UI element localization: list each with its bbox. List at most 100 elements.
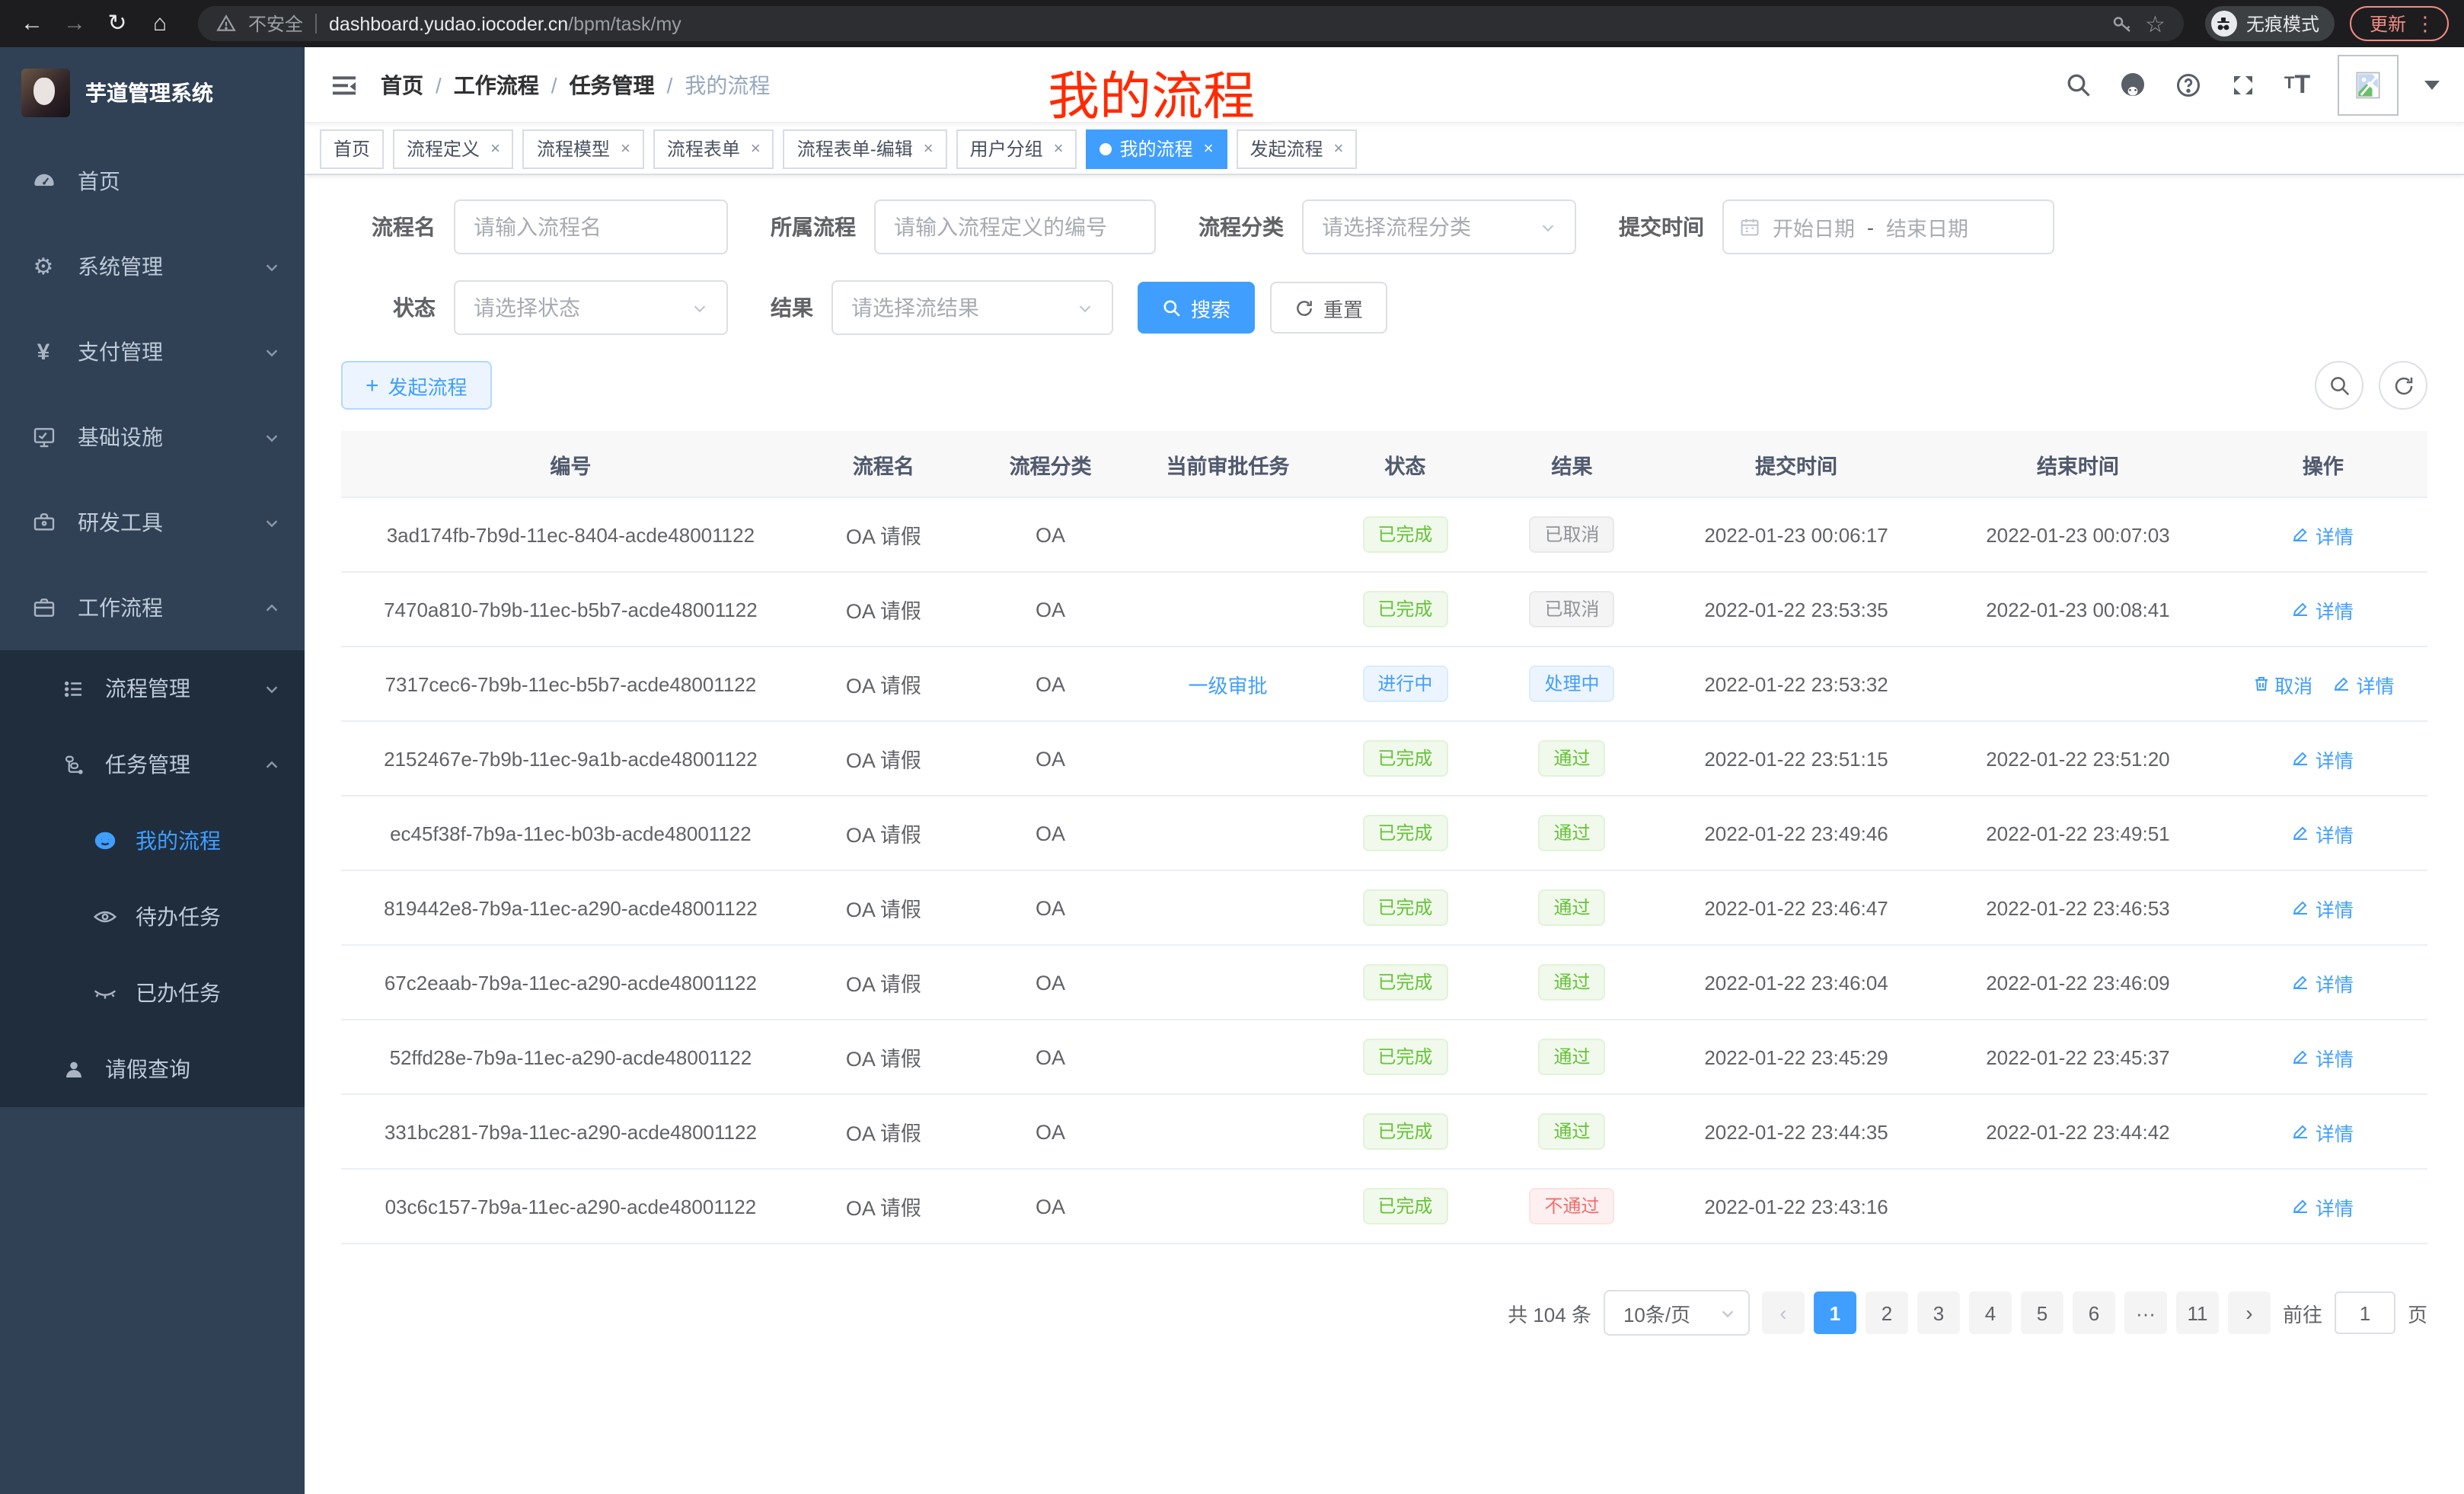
sidebar-item-task-mgmt[interactable]: 任务管理 (0, 726, 305, 803)
col-header-result: 结果 (1489, 442, 1655, 485)
close-icon[interactable]: × (1204, 139, 1214, 158)
end-date-placeholder: 结束日期 (1886, 212, 1968, 242)
result-select[interactable]: 请选择流结果 (831, 280, 1113, 335)
chevron-down-icon (1540, 219, 1556, 235)
cell-submit-time: 2022-01-22 23:53:32 (1655, 666, 1937, 701)
prev-page-button[interactable]: ‹ (1762, 1291, 1805, 1334)
start-process-button[interactable]: + 发起流程 (341, 361, 492, 410)
refresh-table-button[interactable] (2379, 361, 2427, 410)
page-button-3[interactable]: 3 (1917, 1291, 1960, 1334)
current-task-link[interactable]: 一级审批 (1188, 674, 1267, 697)
breadcrumb-item[interactable]: 任务管理 (570, 69, 655, 100)
address-bar[interactable]: 不安全 dashboard.yudao.iocoder.cn/bpm/task/… (198, 6, 2184, 41)
detail-link[interactable]: 详情 (2293, 1042, 2354, 1071)
detail-link[interactable]: 详情 (2293, 893, 2354, 922)
submit-time-range-picker[interactable]: 开始日期 - 结束日期 (1722, 200, 2054, 254)
sidebar-item-home[interactable]: 首页 (0, 139, 305, 224)
goto-page-input[interactable]: 1 (2335, 1291, 2395, 1334)
breadcrumb-item[interactable]: 首页 (381, 69, 423, 100)
edit-icon (2293, 1122, 2311, 1141)
tab-process-form[interactable]: 流程表单× (653, 129, 774, 168)
detail-link[interactable]: 详情 (2293, 1192, 2354, 1221)
process-name-input[interactable]: 请输入流程名 (454, 200, 728, 254)
page-button-6[interactable]: 6 (2073, 1291, 2115, 1334)
fullscreen-icon[interactable] (2228, 70, 2257, 99)
tab-process-model[interactable]: 流程模型× (523, 129, 644, 168)
breadcrumb-item[interactable]: 工作流程 (454, 69, 539, 100)
sidebar-item-process-mgmt[interactable]: 流程管理 (0, 650, 305, 726)
cell-task (1134, 827, 1322, 839)
page-button-11[interactable]: 11 (2176, 1291, 2219, 1334)
cancel-link[interactable]: 取消 (2252, 669, 2312, 698)
sidebar-item-label: 流程管理 (105, 673, 245, 704)
status-badge: 已完成 (1362, 590, 1447, 628)
sidebar-item-my-process[interactable]: 我的流程 (0, 803, 305, 879)
browser-forward-button[interactable]: → (58, 7, 91, 40)
password-key-icon[interactable] (2110, 12, 2133, 35)
sidebar-item-workflow[interactable]: 工作流程 (0, 565, 305, 650)
detail-link[interactable]: 详情 (2293, 744, 2354, 773)
navbar-actions: TT (2063, 54, 2440, 115)
sidebar-item-todo-task[interactable]: 待办任务 (0, 879, 305, 955)
cell-end-time: 2022-01-22 23:46:09 (1937, 965, 2219, 1000)
plus-icon: + (365, 374, 379, 397)
detail-link[interactable]: 详情 (2293, 520, 2354, 549)
tab-home[interactable]: 首页 (320, 129, 384, 168)
detail-link[interactable]: 详情 (2334, 669, 2395, 698)
sidebar-item-system[interactable]: ⚙ 系统管理 (0, 224, 305, 309)
page-size-select[interactable]: 10条/页 (1604, 1290, 1750, 1336)
annotation-title: 我的流程 (1048, 55, 1255, 129)
more-pages-button[interactable]: ··· (2124, 1291, 2167, 1334)
sidebar-item-done-task[interactable]: 已办任务 (0, 955, 305, 1031)
reset-button[interactable]: 重置 (1270, 282, 1387, 334)
avatar[interactable] (2338, 54, 2399, 115)
search-icon[interactable] (2063, 70, 2092, 99)
detail-link[interactable]: 详情 (2293, 819, 2354, 848)
bookmark-star-icon[interactable]: ☆ (2145, 10, 2166, 37)
tab-process-form-edit[interactable]: 流程表单-编辑× (784, 129, 947, 168)
app-logo-row[interactable]: 芋道管理系统 (0, 47, 305, 139)
close-icon[interactable]: × (924, 139, 934, 158)
browser-reload-button[interactable]: ↻ (101, 7, 134, 40)
detail-link[interactable]: 详情 (2293, 1117, 2354, 1146)
detail-link[interactable]: 详情 (2293, 595, 2354, 624)
sidebar-item-label: 工作流程 (78, 592, 242, 623)
page-button-5[interactable]: 5 (2021, 1291, 2063, 1334)
cell-task (1134, 902, 1322, 914)
close-icon[interactable]: × (490, 139, 500, 158)
category-select[interactable]: 请选择流程分类 (1302, 200, 1576, 254)
tab-start-process[interactable]: 发起流程× (1236, 129, 1357, 168)
page-button-1[interactable]: 1 (1814, 1291, 1856, 1334)
show-search-button[interactable] (2315, 361, 2363, 410)
browser-back-button[interactable]: ← (15, 7, 49, 40)
tab-my-process[interactable]: 我的流程× (1087, 129, 1227, 168)
detail-link[interactable]: 详情 (2293, 968, 2354, 997)
next-page-button[interactable]: › (2228, 1291, 2271, 1334)
tab-user-group[interactable]: 用户分组× (956, 129, 1077, 168)
github-icon[interactable] (2118, 70, 2147, 99)
cell-id: 7470a810-7b9b-11ec-b5b7-acde48001122 (341, 592, 800, 627)
sidebar-item-devtool[interactable]: 研发工具 (0, 480, 305, 565)
page-button-2[interactable]: 2 (1866, 1291, 1908, 1334)
close-icon[interactable]: × (1333, 139, 1343, 158)
search-button[interactable]: 搜索 (1138, 282, 1255, 334)
sidebar-item-pay[interactable]: ¥ 支付管理 (0, 309, 305, 394)
font-size-icon[interactable]: TT (2283, 70, 2312, 99)
close-icon[interactable]: × (751, 139, 761, 158)
help-icon[interactable] (2173, 70, 2202, 99)
browser-menu-icon[interactable]: ⋮ (2415, 11, 2435, 36)
browser-home-button[interactable]: ⌂ (143, 7, 177, 40)
tab-process-definition[interactable]: 流程定义× (393, 129, 514, 168)
close-icon[interactable]: × (621, 139, 630, 158)
cell-category: OA (967, 1039, 1134, 1074)
refresh-icon (1294, 298, 1314, 318)
sidebar-item-leave-query[interactable]: 请假查询 (0, 1031, 305, 1107)
close-icon[interactable]: × (1054, 139, 1064, 158)
sidebar-item-infra[interactable]: 基础设施 (0, 394, 305, 480)
user-menu-caret-icon[interactable] (2424, 80, 2440, 89)
process-definition-input[interactable]: 请输入流程定义的编号 (874, 200, 1156, 254)
sidebar-toggle-icon[interactable] (329, 69, 359, 100)
status-select[interactable]: 请选择状态 (454, 280, 728, 335)
page-button-4[interactable]: 4 (1969, 1291, 2012, 1334)
browser-update-button[interactable]: 更新 ⋮ (2350, 6, 2449, 41)
